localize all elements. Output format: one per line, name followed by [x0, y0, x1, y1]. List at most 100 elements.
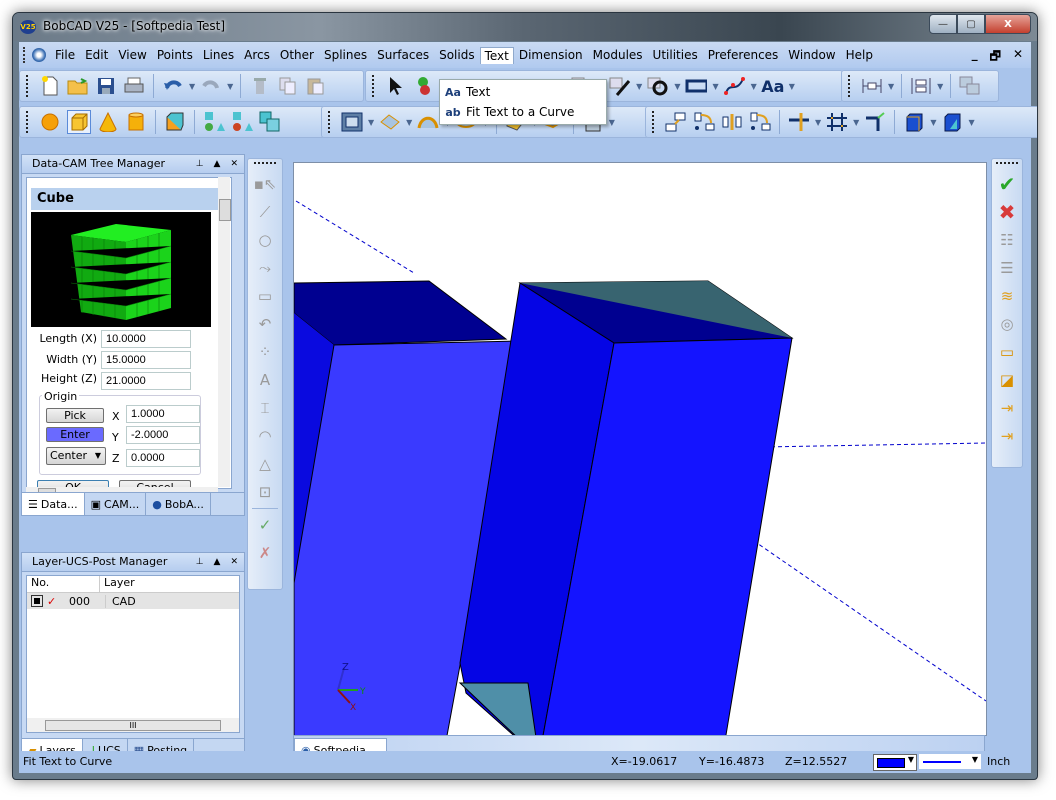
undo-dropdown-icon[interactable]: ▼	[189, 82, 195, 91]
dimension-stack-icon[interactable]	[910, 75, 932, 97]
toolbar-grip[interactable]	[26, 75, 30, 97]
redo-dropdown-icon[interactable]: ▼	[227, 82, 233, 91]
accept-selection-icon[interactable]: ✓	[253, 513, 277, 537]
solid-view-dropdown-icon[interactable]: ▼	[930, 118, 936, 127]
rectangle-dropdown-icon[interactable]: ▼	[712, 82, 718, 91]
target-icon[interactable]: ◎	[995, 312, 1019, 336]
list-dashed-icon[interactable]: ☷	[995, 228, 1019, 252]
line-tool-icon[interactable]	[609, 75, 631, 97]
tab-cam[interactable]: ▣ CAM...	[85, 493, 147, 515]
select-points-icon[interactable]: ⁘	[253, 340, 277, 364]
mdi-close-button[interactable]: ✕	[1013, 47, 1023, 68]
boolean-subtract-icon[interactable]	[231, 111, 253, 133]
scroll-thumb[interactable]	[219, 199, 231, 221]
select-chain-icon[interactable]: ⤳	[253, 256, 277, 280]
add-remove-icon[interactable]	[413, 75, 435, 97]
select-window-icon[interactable]: ▭	[253, 284, 277, 308]
select-dimension-icon[interactable]: ⌶	[253, 396, 277, 420]
anchor-select[interactable]: Center ▼	[46, 447, 106, 465]
box-surface-dropdown-icon[interactable]: ▼	[609, 118, 615, 127]
3d-scene[interactable]: Z Y X	[294, 163, 986, 735]
translate-icon[interactable]	[665, 111, 687, 133]
h-scroll-thumb[interactable]: III	[45, 720, 221, 731]
color-picker[interactable]: ▼	[873, 754, 917, 771]
dimension-horizontal-icon[interactable]	[861, 75, 883, 97]
width-input[interactable]	[101, 351, 191, 369]
cancel-x-icon[interactable]: ✖	[995, 200, 1019, 224]
save-icon[interactable]	[95, 75, 117, 97]
new-file-icon[interactable]	[39, 75, 61, 97]
enter-button[interactable]: Enter	[46, 427, 104, 442]
extend-icon[interactable]	[826, 111, 848, 133]
select-arc-icon[interactable]: ↶	[253, 312, 277, 336]
dimension-dropdown-icon[interactable]: ▼	[888, 82, 894, 91]
tab-data[interactable]: ☰ Data...	[22, 493, 85, 515]
menu-solids[interactable]: Solids	[434, 46, 480, 64]
list-icon[interactable]: ☰	[995, 256, 1019, 280]
accept-checkmark-icon[interactable]: ✔	[995, 172, 1019, 196]
maximize-button[interactable]: ▢	[957, 14, 985, 34]
layer-visible-check-icon[interactable]: ✓	[47, 595, 61, 608]
toolbar-grip[interactable]	[848, 75, 852, 97]
toolbar-grip[interactable]	[996, 162, 1018, 168]
layer-select-checkbox[interactable]	[31, 595, 43, 607]
text-menu-item-text[interactable]: Aa Text	[440, 82, 606, 102]
panel-close-icon[interactable]: ✕	[230, 553, 238, 571]
circle-tool-icon[interactable]	[647, 75, 669, 97]
corner-icon[interactable]	[864, 111, 886, 133]
pick-button[interactable]: Pick	[46, 408, 104, 423]
vertical-scrollbar[interactable]	[218, 177, 231, 487]
select-point-icon[interactable]: ▪⇖	[253, 172, 277, 196]
ruler-icon[interactable]: ▭	[995, 340, 1019, 364]
document-icon[interactable]	[32, 48, 46, 62]
sphere-icon[interactable]	[39, 111, 61, 133]
menubar-grip[interactable]	[23, 47, 28, 63]
copy-icon[interactable]	[277, 75, 299, 97]
horizontal-scrollbar[interactable]: III	[27, 718, 239, 732]
reject-selection-icon[interactable]: ✗	[253, 541, 277, 565]
collapse-icon[interactable]: ▲	[214, 155, 221, 173]
height-input[interactable]	[101, 372, 191, 390]
toolbar-grip[interactable]	[26, 111, 30, 133]
origin-x-input[interactable]	[126, 405, 200, 423]
menu-surfaces[interactable]: Surfaces	[372, 46, 434, 64]
extrude-surface-icon[interactable]	[379, 111, 401, 133]
menu-file[interactable]: File	[50, 46, 80, 64]
select-solid-icon[interactable]: △	[253, 452, 277, 476]
mirror-icon[interactable]	[721, 111, 743, 133]
menu-modules[interactable]: Modules	[588, 46, 648, 64]
paste-icon[interactable]	[305, 75, 327, 97]
pin-icon[interactable]: ⊥	[196, 553, 204, 571]
column-layer[interactable]: Layer	[100, 576, 135, 592]
print-icon[interactable]	[123, 75, 145, 97]
extend-dropdown-icon[interactable]: ▼	[853, 118, 859, 127]
section-view-icon[interactable]	[941, 111, 963, 133]
collapse-icon[interactable]: ▲	[214, 553, 221, 571]
cad-viewport[interactable]: Z Y X	[293, 162, 987, 736]
text-tool-icon[interactable]: Aa	[761, 75, 784, 97]
box-solid-icon[interactable]	[164, 111, 186, 133]
extrude-surface-dropdown-icon[interactable]: ▼	[406, 118, 412, 127]
select-arrow-icon[interactable]	[385, 75, 407, 97]
menu-arcs[interactable]: Arcs	[239, 46, 275, 64]
spline-tool-icon[interactable]	[723, 75, 746, 97]
select-line-icon[interactable]: ⟋	[253, 200, 277, 224]
panel-close-icon[interactable]: ✕	[230, 155, 238, 173]
menu-points[interactable]: Points	[152, 46, 198, 64]
line-dropdown-icon[interactable]: ▼	[636, 82, 642, 91]
plane-surface-icon[interactable]	[341, 111, 363, 133]
menu-preferences[interactable]: Preferences	[703, 46, 784, 64]
hatch-icon[interactable]	[959, 75, 981, 97]
menu-utilities[interactable]: Utilities	[648, 46, 703, 64]
table-row[interactable]: ✓ 000 CAD	[27, 593, 239, 609]
column-no[interactable]: No.	[27, 576, 100, 592]
measure-angle-icon[interactable]: ◪	[995, 368, 1019, 392]
select-text-icon[interactable]: A	[253, 368, 277, 392]
menu-dimension[interactable]: Dimension	[514, 46, 588, 64]
solid-view-icon[interactable]	[903, 111, 925, 133]
menu-window[interactable]: Window	[783, 46, 840, 64]
cone-icon[interactable]	[97, 111, 119, 133]
rotate-icon[interactable]	[693, 111, 715, 133]
pin-icon[interactable]: ⊥	[196, 155, 204, 173]
select-all-icon[interactable]: ⊡	[253, 480, 277, 504]
